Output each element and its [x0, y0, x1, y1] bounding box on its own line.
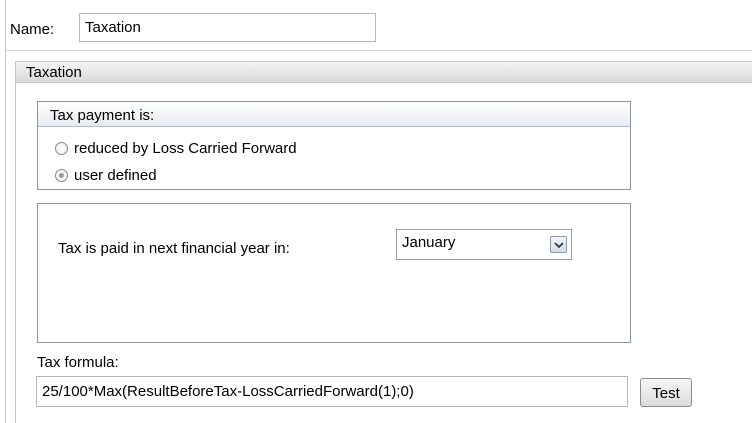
- left-frame-border: [0, 0, 6, 423]
- radio-loss-carried-forward-label[interactable]: reduced by Loss Carried Forward: [74, 140, 297, 157]
- tax-payment-title: Tax payment is:: [50, 107, 155, 124]
- chevron-down-icon[interactable]: [550, 236, 567, 253]
- tax-formula-label: Tax formula:: [37, 354, 119, 371]
- section-header: [15, 61, 752, 83]
- radio-user-defined-label[interactable]: user defined: [74, 167, 157, 184]
- section-title: Taxation: [26, 64, 82, 81]
- radio-user-defined[interactable]: [55, 169, 68, 182]
- tax-formula-field[interactable]: [36, 376, 628, 407]
- divider: [6, 50, 752, 51]
- test-button[interactable]: Test: [640, 378, 692, 407]
- name-field[interactable]: [79, 13, 376, 42]
- name-label: Name:: [10, 21, 55, 38]
- radio-loss-carried-forward[interactable]: [55, 142, 68, 155]
- tax-month-value[interactable]: January: [402, 234, 455, 251]
- section-border: [15, 83, 16, 423]
- tax-month-label: Tax is paid in next financial year in:: [58, 240, 290, 257]
- tax-schedule-group: [37, 203, 631, 343]
